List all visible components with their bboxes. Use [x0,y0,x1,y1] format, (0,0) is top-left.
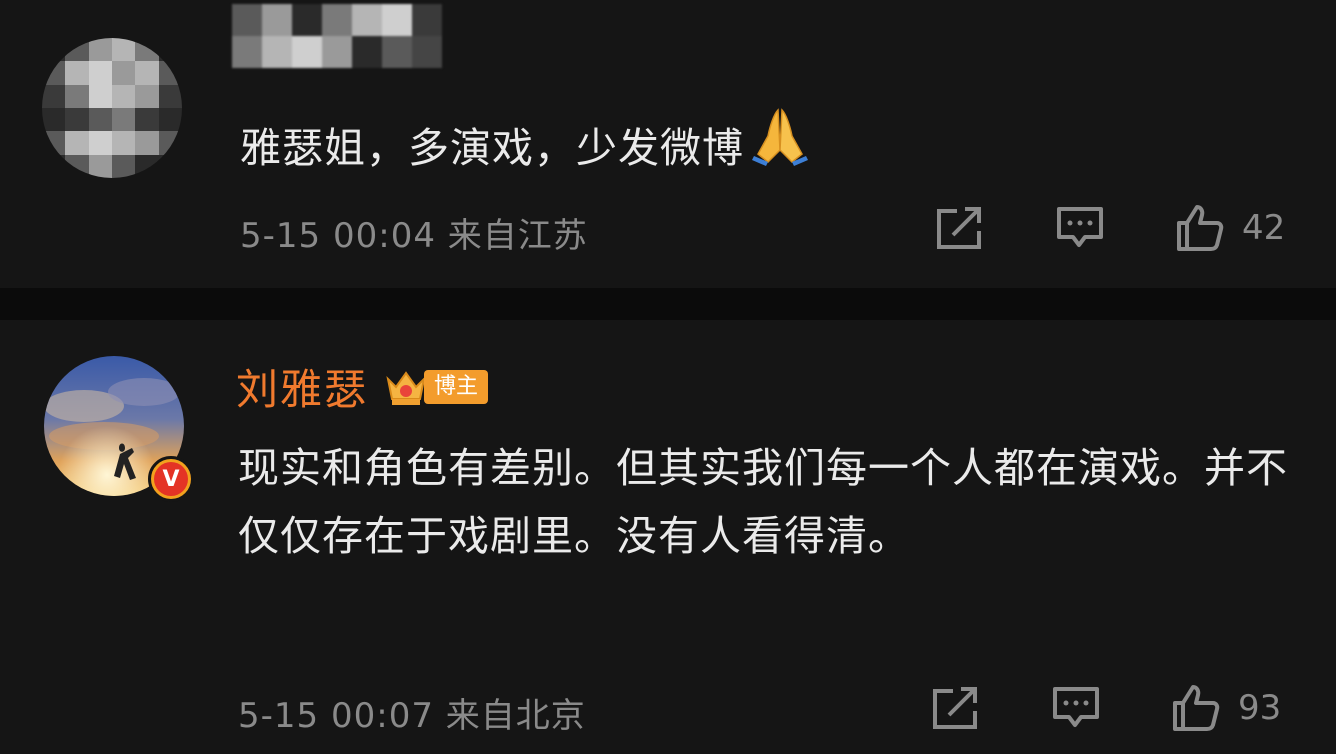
comment-actions: 93 [928,680,1281,736]
comment-text: 雅瑟姐，多演戏，少发微博 [240,104,812,188]
comment-meta: 5-15 00:07 来自北京 [238,688,586,737]
comment-item: 雅瑟姐，多演戏，少发微博 5-15 00:04 来自江苏 42 [0,0,1336,288]
comment-location: 来自北京 [445,696,586,736]
username[interactable]: 刘雅瑟 [236,356,368,417]
comment-time: 5-15 00:07 [238,696,434,736]
comment-text: 现实和角色有差别。但其实我们每一个人都在演戏。并不仅仅存在于戏剧里。没有人看得清… [238,444,1288,560]
reply-button[interactable] [1048,680,1104,736]
comment-time: 5-15 00:04 [240,216,436,256]
avatar[interactable] [42,38,182,178]
comment-item: V 刘雅瑟 博主 现实和角色有差别。但其实我们每一个人都在演戏。并不仅仅存在于戏… [0,320,1336,754]
like-button[interactable] [1168,680,1224,736]
like-count: 42 [1242,208,1286,248]
comment-icon [1057,207,1103,247]
reply-button[interactable] [1052,200,1108,256]
username-blurred[interactable] [232,4,442,68]
author-badge: 博主 [384,365,489,409]
comment-icon [1053,687,1099,727]
user-row: 刘雅瑟 博主 [236,356,489,417]
share-button[interactable] [928,680,984,736]
thumbs-up-icon [1173,685,1220,731]
crown-icon [386,370,426,405]
author-badge-label: 博主 [424,369,489,404]
share-icon [933,687,977,729]
thumbs-up-icon [1177,205,1224,251]
comment-location: 来自江苏 [447,216,588,256]
comment-divider [0,288,1336,320]
comment-actions: 42 [932,200,1285,256]
verified-badge: V [148,456,194,502]
like-button[interactable] [1172,200,1228,256]
share-button[interactable] [932,200,988,256]
comment-meta: 5-15 00:04 来自江苏 [240,208,588,257]
like-count: 93 [1238,688,1282,728]
folded-hands-emoji [748,104,812,188]
share-icon [937,207,981,249]
